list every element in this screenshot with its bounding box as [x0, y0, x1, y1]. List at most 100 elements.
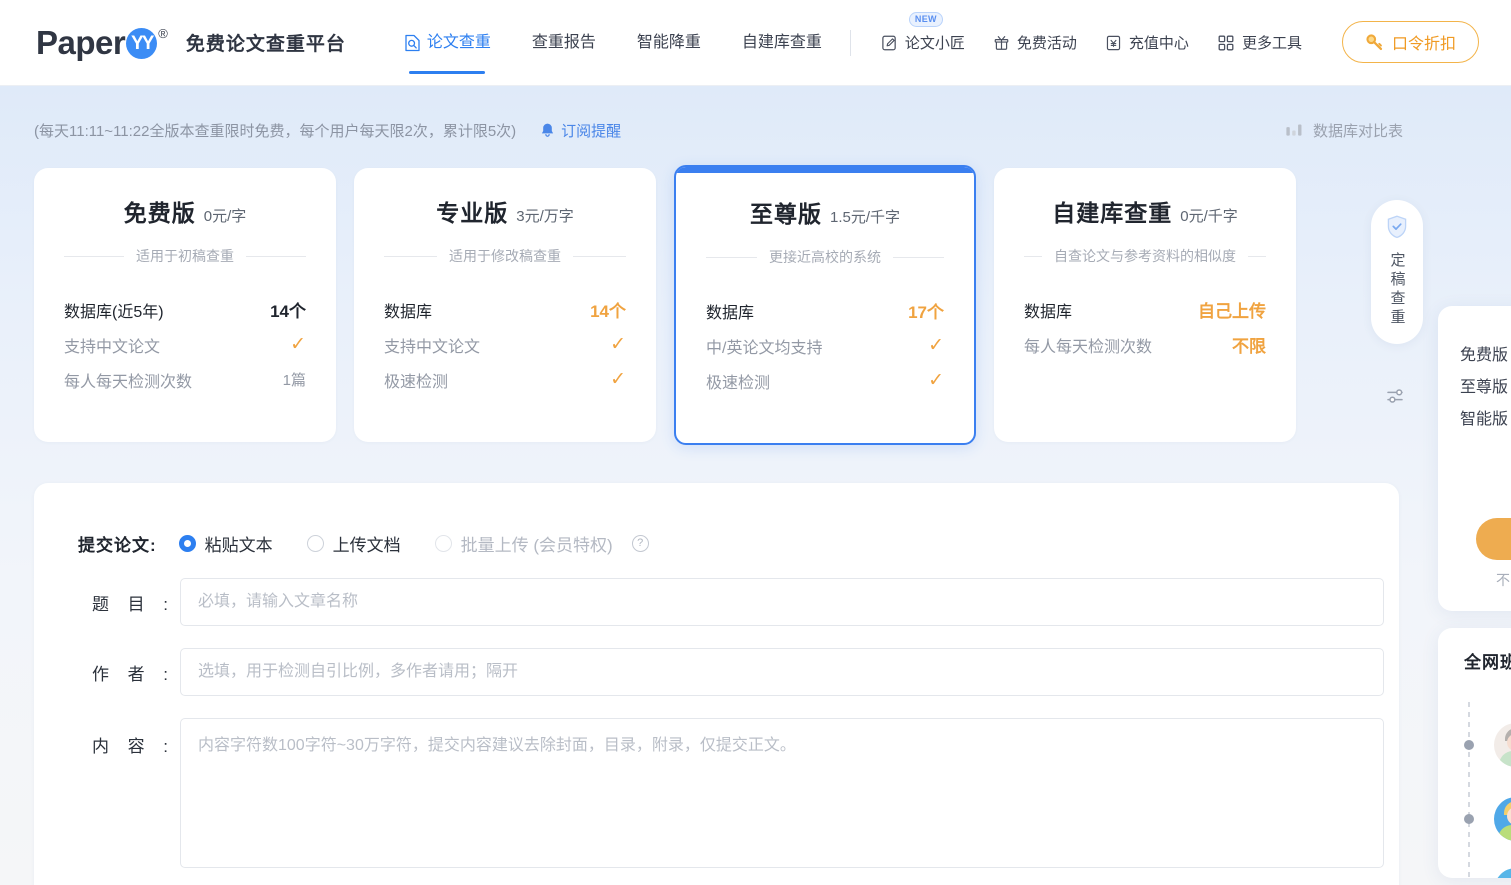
brand-logo[interactable]: Paper YY ®	[36, 26, 168, 59]
side-rail-final-check[interactable]: 定稿查重	[1371, 200, 1423, 344]
divider-line	[573, 255, 626, 257]
radio-batch-upload[interactable]: 批量上传 (会员特权) ?	[434, 531, 649, 556]
plan-name: 至尊版	[749, 201, 822, 227]
radio-paste-text[interactable]: 粘贴文本	[178, 531, 273, 556]
yuan-box-icon	[1105, 34, 1122, 52]
registered-mark: ®	[158, 26, 168, 41]
content-textarea[interactable]	[180, 718, 1384, 868]
promo-notice: (每天11:11~11:22全版本查重限时免费，每个用户每天限2次，累计限5次)…	[34, 120, 621, 141]
submit-mode-row: 提交论文: 粘贴文本 上传文档 批量上传 (会员特权) ?	[78, 531, 1399, 556]
tool-label: 充值中心	[1128, 35, 1189, 52]
radio-dot-icon	[434, 535, 452, 552]
tool-label: 更多工具	[1241, 35, 1302, 52]
field-title-label: 题目:	[92, 594, 168, 614]
plan-price: 1.5元/千字	[829, 209, 901, 226]
feature-value: 14个	[270, 302, 306, 321]
check-icon: ✓	[290, 334, 306, 355]
nav-item-check-report[interactable]: 查重报告	[520, 0, 608, 86]
plan-card-free[interactable]: 免费版 0元/字 适用于初稿查重 数据库(近5年) 14个 支持中文论文 ✓ 每…	[34, 168, 336, 442]
feature-key: 每人每天检测次数	[64, 373, 193, 391]
brand-tagline: 免费论文查重平台	[185, 34, 346, 55]
plan-card-supreme[interactable]: 至尊版 1.5元/千字 更接近高校的系统 数据库 17个 中/英论文均支持 ✓ …	[674, 165, 976, 445]
plan-feature-row: 数据库 14个	[384, 292, 626, 327]
nav-item-smart-reduce[interactable]: 智能降重	[625, 0, 713, 86]
timeline-dot	[1464, 740, 1474, 750]
plan-header: 专业版 3元/万字	[384, 194, 626, 228]
side-rail-settings-button[interactable]	[1371, 385, 1423, 407]
plan-feature-list: 数据库 自己上传 每人每天检测次数 不限	[1024, 292, 1266, 362]
nav-label: 查重报告	[531, 33, 596, 51]
plan-feature-row: 每人每天检测次数 1篇	[64, 362, 306, 397]
database-compare-button[interactable]: 数据库对比表	[1285, 120, 1403, 141]
plan-name: 自建库查重	[1052, 200, 1173, 226]
tool-item-recharge-center[interactable]: 充值中心	[1091, 0, 1203, 86]
grid-apps-icon	[1217, 34, 1235, 52]
key-icon	[1365, 33, 1384, 52]
divider-line	[64, 255, 124, 257]
discount-code-button[interactable]: 口令折扣	[1341, 21, 1479, 63]
nav-item-custom-db-check[interactable]: 自建库查重	[730, 0, 834, 86]
feature-value: 17个	[908, 303, 944, 322]
feature-key: 极速检测	[706, 374, 771, 392]
timeline-dot	[1464, 814, 1474, 824]
submit-mode-label: 提交论文:	[78, 536, 157, 555]
question-circle-icon[interactable]: ?	[631, 535, 649, 552]
tool-item-paper-craftsman[interactable]: NEW 论文小匠	[867, 0, 979, 86]
plan-feature-row: 中/英论文均支持 ✓	[706, 328, 944, 363]
tool-label: 论文小匠	[904, 35, 965, 52]
sliders-icon	[1385, 385, 1409, 407]
plan-header: 自建库查重 0元/千字	[1024, 194, 1266, 228]
gift-icon	[993, 34, 1010, 52]
plan-card-professional[interactable]: 专业版 3元/万字 适用于修改稿查重 数据库 14个 支持中文论文 ✓ 极速检测	[354, 168, 656, 442]
subscribe-reminder-button[interactable]: 订阅提醒	[540, 120, 621, 141]
nav-item-paper-check[interactable]: 论文查重	[392, 0, 503, 86]
right-panel-plan-summary[interactable]: 免费版 至尊版 智能版 不	[1438, 306, 1511, 611]
tool-label: 免费活动	[1016, 35, 1077, 52]
promo-notice-text: (每天11:11~11:22全版本查重限时免费，每个用户每天限2次，累计限5次)	[34, 123, 517, 140]
author-input[interactable]	[180, 648, 1384, 696]
plan-divider: 更接近高校的系统	[706, 247, 944, 267]
right-panel-title: 全网班	[1464, 653, 1511, 672]
radio-upload-document[interactable]: 上传文档	[306, 531, 401, 556]
right-panel-line: 免费版	[1460, 347, 1509, 364]
divider-line	[384, 255, 437, 257]
feature-value: 自己上传	[1198, 302, 1266, 321]
feature-key: 中/英论文均支持	[706, 339, 823, 357]
plan-card-custom-db[interactable]: 自建库查重 0元/千字 自查论文与参考资料的相似度 数据库 自己上传 每人每天检…	[994, 168, 1296, 442]
feature-key: 极速检测	[384, 373, 449, 391]
plan-feature-list: 数据库 17个 中/英论文均支持 ✓ 极速检测 ✓	[706, 293, 944, 398]
plan-name: 免费版	[123, 200, 196, 226]
field-author: 作者:	[92, 648, 1399, 696]
pencil-note-icon	[881, 34, 898, 52]
main-nav: 论文查重 查重报告 智能降重 自建库查重 NEW 论文小匠 免费活动 充值中心 …	[392, 0, 1316, 86]
feature-key: 数据库(近5年)	[64, 303, 164, 321]
plan-price: 0元/字	[203, 208, 247, 225]
right-panel-cta-button[interactable]	[1476, 518, 1511, 560]
divider-line	[893, 256, 944, 258]
nav-label: 智能降重	[636, 33, 701, 51]
plan-feature-list: 数据库(近5年) 14个 支持中文论文 ✓ 每人每天检测次数 1篇	[64, 292, 306, 397]
plan-feature-row: 数据库 自己上传	[1024, 292, 1266, 327]
feature-key: 支持中文论文	[64, 338, 161, 356]
right-panel-line: 智能版	[1460, 411, 1509, 428]
plan-header: 免费版 0元/字	[64, 194, 306, 228]
tool-item-free-events[interactable]: 免费活动	[979, 0, 1091, 86]
radio-label: 上传文档	[332, 536, 401, 555]
subscribe-reminder-label: 订阅提醒	[561, 123, 622, 140]
plan-price: 3元/万字	[516, 208, 574, 225]
feature-value: 不限	[1232, 337, 1266, 356]
feature-value: 14个	[590, 302, 626, 321]
right-panel-note: 不	[1496, 572, 1510, 588]
radio-label: 批量上传 (会员特权)	[460, 536, 613, 555]
plan-feature-row: 每人每天检测次数 不限	[1024, 327, 1266, 362]
plan-divider: 适用于修改稿查重	[384, 246, 626, 266]
submit-mode-options: 粘贴文本 上传文档 批量上传 (会员特权) ?	[178, 531, 649, 556]
title-input[interactable]	[180, 578, 1384, 626]
brand-badge-icon: YY	[126, 28, 158, 59]
plan-header: 至尊版 1.5元/千字	[706, 195, 944, 229]
tool-item-more-tools[interactable]: 更多工具	[1203, 0, 1316, 86]
plan-feature-row: 极速检测 ✓	[384, 362, 626, 397]
top-header: Paper YY ® 免费论文查重平台 论文查重 查重报告 智能降重 自建库查重…	[0, 0, 1511, 86]
radio-label: 粘贴文本	[204, 536, 273, 555]
right-panel-activity-feed[interactable]: 全网班	[1438, 628, 1511, 878]
